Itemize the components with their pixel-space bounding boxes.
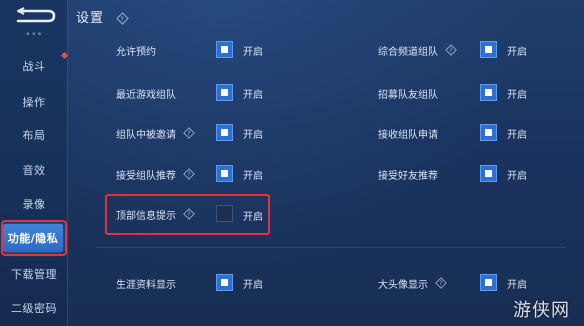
- svg-text:?: ?: [187, 171, 191, 179]
- setting-row-big-avatar-show: 大头像显示 ?: [378, 272, 448, 294]
- toggle-text: 开启: [243, 171, 263, 182]
- setting-row-accept-friend-recommend: 接受好友推荐: [378, 163, 438, 185]
- setting-label: 综合频道组队: [378, 46, 438, 58]
- help-icon[interactable]: ?: [115, 12, 129, 26]
- divider: [96, 247, 566, 248]
- sidebar-item-controls[interactable]: 操作: [0, 87, 68, 117]
- receive-team-request-checkbox[interactable]: [480, 124, 497, 141]
- toggle-text: 开启: [507, 280, 527, 291]
- check-mark: [221, 279, 228, 286]
- sidebar-item-label: 下载管理: [11, 268, 57, 281]
- active-tab-highlight: [1, 220, 67, 256]
- sidebar-item-download-manager[interactable]: 下载管理: [0, 259, 68, 289]
- setting-label: 最近游戏组队: [116, 89, 176, 101]
- highlight-box: [105, 194, 270, 235]
- big-avatar-show-checkbox[interactable]: [480, 274, 497, 291]
- setting-label: 接受组队推荐: [116, 170, 176, 182]
- svg-text:?: ?: [439, 280, 443, 288]
- setting-row-accept-team-recommend: 接受组队推荐 ?: [116, 163, 196, 185]
- sidebar-item-secondary-password[interactable]: 二级密码: [0, 293, 68, 323]
- help-icon[interactable]: ?: [434, 276, 448, 290]
- watermark-logo: 游侠网: [513, 300, 570, 321]
- check-mark: [221, 89, 228, 96]
- check-mark: [485, 129, 492, 136]
- toggle-text: 开启: [243, 90, 263, 101]
- sidebar-item-replay[interactable]: 录像: [0, 189, 68, 219]
- setting-label: 招募队友组队: [378, 89, 438, 101]
- check-mark: [485, 170, 492, 177]
- setting-row-allow-reservation: 允许预约: [116, 39, 156, 61]
- check-mark: [485, 279, 492, 286]
- toggle-text: 开启: [507, 171, 527, 182]
- accept-team-recommend-checkbox[interactable]: [216, 165, 233, 182]
- sidebar-item-label: 录像: [22, 198, 46, 211]
- sidebar-item-sound[interactable]: 音效: [0, 155, 68, 185]
- check-mark: [221, 170, 228, 177]
- back-button[interactable]: [6, 4, 62, 28]
- in-team-invite-checkbox[interactable]: [216, 124, 233, 141]
- allow-reservation-checkbox[interactable]: [216, 41, 233, 58]
- sidebar-item-partial-label: •••: [25, 30, 43, 40]
- setting-label: 接收组队申请: [378, 129, 438, 141]
- setting-row-in-team-invite: 组队中被邀请 ?: [116, 122, 196, 144]
- sidebar-item-partial[interactable]: •••: [0, 28, 68, 40]
- setting-row-receive-team-request: 接收组队申请: [378, 122, 438, 144]
- sidebar-item-battle[interactable]: 战斗: [0, 51, 68, 81]
- toggle-text: 开启: [507, 130, 527, 141]
- help-icon[interactable]: ?: [444, 43, 458, 57]
- career-info-show-checkbox[interactable]: [216, 274, 233, 291]
- setting-label: 大头像显示: [378, 279, 428, 291]
- sidebar-item-label: 音效: [22, 164, 46, 177]
- toggle-text: 开启: [243, 47, 263, 58]
- toggle-text: 开启: [507, 47, 527, 58]
- check-mark: [221, 46, 228, 53]
- svg-text:?: ?: [187, 130, 191, 138]
- svg-text:?: ?: [120, 14, 125, 23]
- sidebar-item-label: 战斗: [22, 60, 46, 73]
- page-title-text: 设置: [76, 11, 105, 26]
- setting-row-recruit-teammates: 招募队友组队: [378, 82, 438, 104]
- toggle-text: 开启: [243, 130, 263, 141]
- recent-game-team-checkbox[interactable]: [216, 84, 233, 101]
- svg-text:?: ?: [449, 47, 453, 55]
- recruit-teammates-checkbox[interactable]: [480, 84, 497, 101]
- help-icon[interactable]: ?: [182, 126, 196, 140]
- check-mark: [485, 46, 492, 53]
- setting-row-career-info-show: 生涯资料显示: [116, 272, 176, 294]
- page-title: 设置 ?: [76, 7, 129, 26]
- sidebar-item-label: 布局: [22, 129, 46, 142]
- setting-label: 允许预约: [116, 46, 156, 58]
- help-icon[interactable]: ?: [182, 167, 196, 181]
- setting-label: 组队中被邀请: [116, 129, 176, 141]
- accept-friend-recommend-checkbox[interactable]: [480, 165, 497, 182]
- back-arrow-icon: [16, 7, 56, 23]
- setting-label: 生涯资料显示: [116, 279, 176, 291]
- toggle-text: 开启: [507, 90, 527, 101]
- check-mark: [485, 89, 492, 96]
- check-mark: [221, 129, 228, 136]
- sidebar-item-label: 操作: [22, 96, 46, 109]
- setting-row-general-channel-team: 综合频道组队 ?: [378, 39, 458, 61]
- setting-row-recent-game-team: 最近游戏组队: [116, 82, 176, 104]
- toggle-text: 开启: [243, 280, 263, 291]
- sidebar-item-label: 二级密码: [11, 302, 57, 315]
- setting-label: 接受好友推荐: [378, 170, 438, 182]
- sidebar-item-layout[interactable]: 布局: [0, 120, 68, 150]
- sidebar: ••• 战斗 操作 布局 音效 录像 功能/隐私 下载管理 二级密码: [0, 0, 68, 326]
- general-channel-team-checkbox[interactable]: [480, 41, 497, 58]
